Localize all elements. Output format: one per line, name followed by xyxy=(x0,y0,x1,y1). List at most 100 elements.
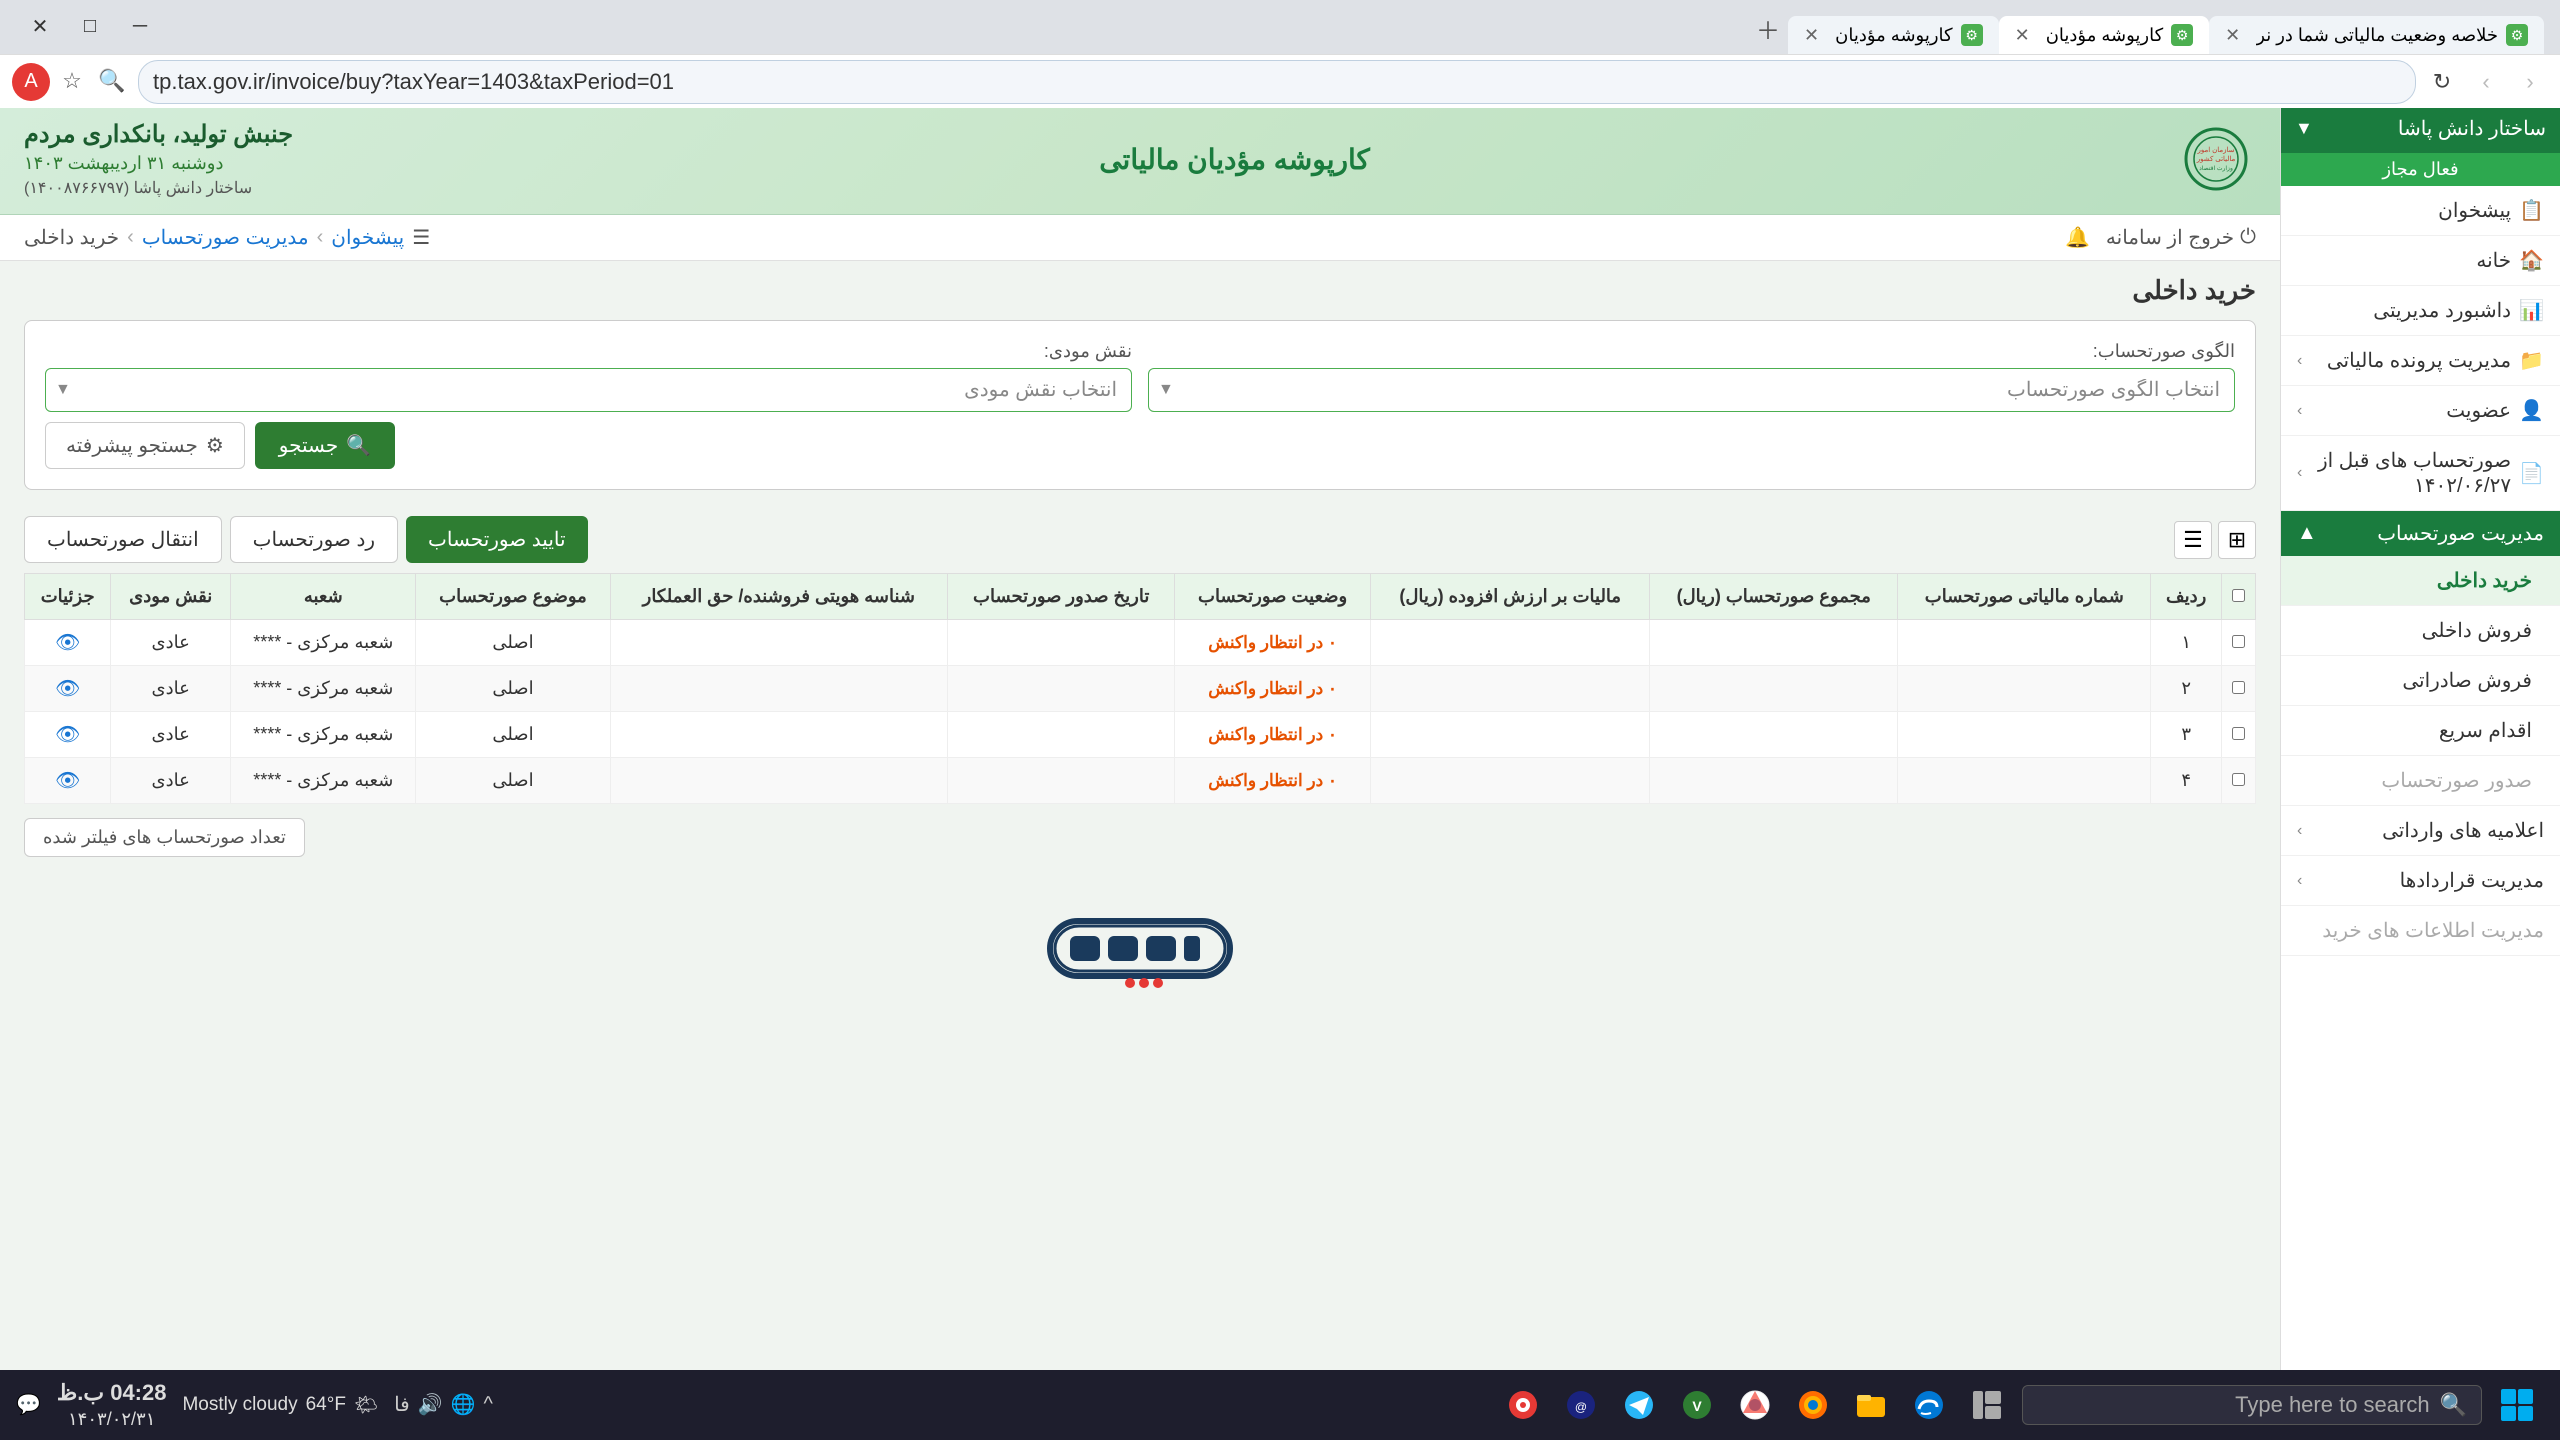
cell-details-3[interactable]: 👁 xyxy=(25,758,111,804)
search-btn[interactable]: 🔍 جستجو xyxy=(255,422,395,469)
browser-tab-2[interactable]: ⚙ کارپوشه مؤدیان ✕ xyxy=(1999,16,2210,54)
invoice-pattern-field: الگوی صورتحساب: انتخاب الگوی صورتحساب ▼ xyxy=(1148,341,2235,412)
tab-title-3: کارپوشه مؤدیان xyxy=(1835,25,1952,46)
cell-total-3 xyxy=(1650,758,1898,804)
edge-btn[interactable] xyxy=(1902,1378,1956,1432)
svg-text:وزارت اقتصاد: وزارت اقتصاد xyxy=(2199,165,2233,172)
tray-expand-icon[interactable]: ^ xyxy=(484,1393,493,1416)
firefox-icon xyxy=(1795,1387,1831,1423)
browser-tab-1[interactable]: ⚙ خلاصه وضعیت مالیاتی شما در نر ✕ xyxy=(2209,16,2544,54)
taskview-btn[interactable] xyxy=(1960,1378,2014,1432)
nav-actions: ⏻ خروج از سامانه 🔔 xyxy=(2065,225,2256,250)
address-input[interactable] xyxy=(138,60,2416,104)
sidebar-item-buy-info-mgmt[interactable]: مدیریت اطلاعات های خرید xyxy=(2281,906,2560,956)
start-btn[interactable] xyxy=(2490,1378,2544,1432)
logout-btn[interactable]: ⏻ خروج از سامانه xyxy=(2106,225,2256,250)
sidebar-item-contract-mgmt[interactable]: مدیریت قراردادها › xyxy=(2281,856,2560,906)
sidebar-item-issue-invoice[interactable]: صدور صورتحساب xyxy=(2281,756,2560,806)
col-row: ردیف xyxy=(2151,574,2222,620)
tab-close-1[interactable]: ✕ xyxy=(2225,25,2240,46)
transfer-invoice-btn[interactable]: انتقال صورتحساب xyxy=(24,516,222,563)
sidebar-item-home[interactable]: 🏠 خانه xyxy=(2281,236,2560,286)
cell-taxnum-1 xyxy=(1898,666,2151,712)
tab-close-2[interactable]: ✕ xyxy=(2015,25,2030,46)
taskbar-clock[interactable]: 04:28 ب.ظ ۱۴۰۳/۰۲/۳۱ xyxy=(57,1379,167,1431)
col-checkbox[interactable] xyxy=(2222,574,2256,620)
cell-vat-1 xyxy=(1371,666,1650,712)
search-icon[interactable]: 🔍 xyxy=(94,63,130,99)
select-all-checkbox[interactable] xyxy=(2232,589,2245,602)
cell-branch-0: شعبه مرکزی - **** xyxy=(231,620,416,666)
row-checkbox-2[interactable] xyxy=(2232,727,2245,740)
row-checkbox-0[interactable] xyxy=(2232,635,2245,648)
sidebar-item-quick-action[interactable]: اقدام سریع xyxy=(2281,706,2560,756)
forward-btn[interactable]: › xyxy=(2468,64,2504,100)
sidebar-item-membership[interactable]: 👤 عضویت › xyxy=(2281,386,2560,436)
cell-role-0: عادی xyxy=(111,620,231,666)
cell-details-1[interactable]: 👁 xyxy=(25,666,111,712)
page-title-bar: خرید داخلی xyxy=(0,261,2280,320)
col-status: وضعیت صورتحساب xyxy=(1175,574,1371,620)
maximize-btn[interactable]: □ xyxy=(66,8,114,44)
table-view-btn[interactable]: ☰ xyxy=(2174,521,2212,559)
back-btn[interactable]: ‹ xyxy=(2512,64,2548,100)
lang-icon[interactable]: فا xyxy=(394,1392,410,1417)
bottom-logo-icon xyxy=(990,901,1290,1001)
new-tab-btn[interactable]: ＋ xyxy=(1748,3,1788,54)
refresh-btn[interactable]: ↻ xyxy=(2424,64,2460,100)
explorer-btn[interactable] xyxy=(1844,1378,1898,1432)
telegram-btn[interactable] xyxy=(1612,1378,1666,1432)
row-checkbox-1[interactable] xyxy=(2232,681,2245,694)
close-btn[interactable]: ✕ xyxy=(16,8,64,44)
invoice-pattern-select[interactable]: انتخاب الگوی صورتحساب xyxy=(1148,368,2235,412)
volume-icon[interactable]: 🔊 xyxy=(418,1392,443,1417)
sidebar-item-dashboard[interactable]: 📊 داشبورد مدیریتی xyxy=(2281,286,2560,336)
sidebar-collapse-icon[interactable]: ▼ xyxy=(2295,118,2313,139)
cell-row-1: ۲ xyxy=(2151,666,2222,712)
sidebar-item-tax-file[interactable]: 📁 مدیریت پرونده مالیاتی › xyxy=(2281,336,2560,386)
firefox-btn[interactable] xyxy=(1786,1378,1840,1432)
row-checkbox-3[interactable] xyxy=(2232,773,2245,786)
advanced-search-btn[interactable]: ⚙ جستجو پیشرفته xyxy=(45,422,245,469)
breadcrumb-item-3: خرید داخلی xyxy=(24,225,119,250)
reject-invoice-btn[interactable]: رد صورتحساب xyxy=(230,516,398,563)
notification-btn[interactable]: 🔔 xyxy=(2065,225,2090,250)
browser-tab-3[interactable]: ⚙ کارپوشه مؤدیان ✕ xyxy=(1788,16,1999,54)
svg-text:سازمان امور: سازمان امور xyxy=(2196,146,2234,154)
cell-status-3: ۰ در انتظار واکنش xyxy=(1175,758,1371,804)
tab-close-3[interactable]: ✕ xyxy=(1804,25,1819,46)
breadcrumb-item-2[interactable]: مدیریت صورتحساب xyxy=(142,225,309,250)
clock-time: 04:28 ب.ظ xyxy=(57,1379,167,1408)
notification-center-btn[interactable]: 💬 xyxy=(16,1392,41,1417)
grid-view-btn[interactable]: ⊞ xyxy=(2218,521,2256,559)
sidebar-item-old-invoices[interactable]: 📄 صورتحساب های قبل از ۱۴۰۲/۰۶/۲۷ › xyxy=(2281,436,2560,511)
sidebar-item-import-notices[interactable]: اعلامیه های وارداتی › xyxy=(2281,806,2560,856)
taskbar-search[interactable]: 🔍 Type here to search xyxy=(2022,1385,2482,1425)
network-icon[interactable]: 🌐 xyxy=(451,1392,476,1417)
action-buttons: تایید صورتحساب رد صورتحساب انتقال صورتحس… xyxy=(24,516,588,563)
sidebar-item-domestic-buy[interactable]: خرید داخلی xyxy=(2281,556,2560,606)
sidebar-status: فعال مجاز xyxy=(2281,153,2560,186)
sidebar-section-invoice-mgmt[interactable]: مدیریت صورتحساب ▲ xyxy=(2281,511,2560,556)
bookmark-icon[interactable]: ☆ xyxy=(54,63,90,99)
filter-count-btn[interactable]: تعداد صورتحساب های فیلتر شده xyxy=(24,818,305,857)
tab-icon-1: ⚙ xyxy=(2506,24,2528,46)
app-header: سازمان امور مالیاتی کشور وزارت اقتصاد کا… xyxy=(0,104,2280,215)
header-right-section: جنبش تولید، بانکداری مردم دوشنبه ۳۱ اردی… xyxy=(24,120,293,198)
browser2-btn[interactable] xyxy=(1496,1378,1550,1432)
vpn-btn[interactable]: V xyxy=(1670,1378,1724,1432)
sidebar-item-pishkhan[interactable]: 📋 پیشخوان xyxy=(2281,186,2560,236)
cell-details-2[interactable]: 👁 xyxy=(25,712,111,758)
breadcrumb-item-1[interactable]: پیشخوان xyxy=(331,225,404,250)
profile-icon[interactable]: A xyxy=(12,63,50,101)
app7-btn[interactable]: @ xyxy=(1554,1378,1608,1432)
taxpayer-role-select[interactable]: انتخاب نقش مودی xyxy=(45,368,1132,412)
svg-text:@: @ xyxy=(1575,1400,1587,1414)
cell-details-0[interactable]: 👁 xyxy=(25,620,111,666)
sidebar-item-domestic-sell[interactable]: فروش داخلی xyxy=(2281,606,2560,656)
chrome-btn[interactable] xyxy=(1728,1378,1782,1432)
cell-branch-1: شعبه مرکزی - **** xyxy=(231,666,416,712)
minimize-btn[interactable]: ─ xyxy=(116,8,164,44)
sidebar-item-export-sell[interactable]: فروش صادراتی xyxy=(2281,656,2560,706)
confirm-invoice-btn[interactable]: تایید صورتحساب xyxy=(406,516,588,563)
